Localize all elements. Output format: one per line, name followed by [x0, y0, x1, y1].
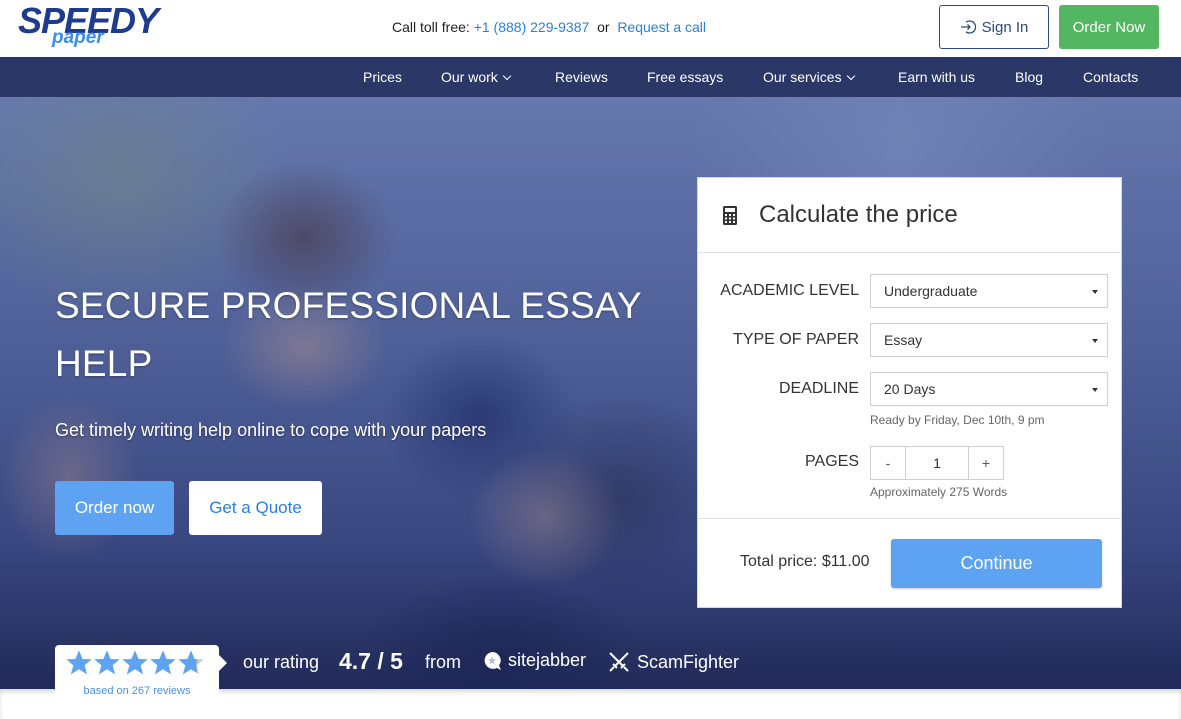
caret-down-icon	[1092, 339, 1098, 343]
academic-level-value: Undergraduate	[884, 283, 978, 299]
pages-label: PAGES	[805, 453, 859, 470]
order-now-button[interactable]: Order now	[55, 481, 174, 535]
sign-in-icon	[960, 20, 976, 34]
pages-stepper: - 1 +	[870, 446, 1004, 480]
rating-label: our rating	[243, 652, 320, 672]
sign-in-label: Sign In	[981, 18, 1029, 36]
deadline-select[interactable]: 20 Days	[870, 372, 1108, 406]
calculator-icon	[723, 206, 737, 225]
academic-level-label: ACADEMIC LEVEL	[720, 282, 859, 299]
nav-earn-with-us[interactable]: Earn with us	[898, 57, 975, 97]
sitejabber-label: sitejabber	[508, 650, 587, 670]
star-icon	[65, 649, 93, 677]
star-icon	[121, 649, 149, 677]
star-icon	[177, 649, 205, 677]
nav-contacts[interactable]: Contacts	[1083, 57, 1138, 97]
logo-wordmark-bottom: paper	[52, 27, 104, 48]
scamfighter-link[interactable]: ScamFighter	[607, 650, 739, 674]
main-nav: Prices Our work Reviews Free essays Our …	[0, 57, 1181, 97]
chevron-down-icon	[502, 71, 512, 81]
nav-our-services[interactable]: Our services	[763, 57, 855, 97]
nav-label: Reviews	[555, 69, 608, 85]
pages-decrement-button[interactable]: -	[871, 447, 905, 479]
hero-subtitle: Get timely writing help online to cope w…	[55, 420, 487, 440]
nav-free-essays[interactable]: Free essays	[647, 57, 723, 97]
nav-label: Earn with us	[898, 69, 976, 85]
paper-type-select[interactable]: Essay	[870, 323, 1108, 357]
nav-label: Our services	[763, 69, 842, 85]
caret-down-icon	[1092, 290, 1098, 294]
nav-label: Free essays	[647, 69, 724, 85]
call-label: Call toll free:	[392, 19, 470, 35]
deadline-value: 20 Days	[884, 381, 936, 397]
reviews-count: based on 267 reviews	[83, 685, 191, 697]
speedypaper-logo[interactable]: SPEEDY paper	[18, 2, 163, 52]
scamfighter-swords-icon	[609, 652, 629, 672]
nav-blog[interactable]: Blog	[1015, 57, 1043, 97]
total-price: Total price: $11.00	[740, 553, 870, 570]
academic-level-select[interactable]: Undergraduate	[870, 274, 1108, 308]
nav-label: Our work	[441, 69, 498, 85]
sign-in-button[interactable]: Sign In	[939, 5, 1049, 49]
deadline-label: DEADLINE	[778, 380, 859, 397]
star-rating	[65, 649, 205, 679]
get-quote-button[interactable]: Get a Quote	[189, 481, 322, 535]
star-icon	[93, 649, 121, 677]
continue-button[interactable]: Continue	[891, 539, 1102, 588]
pages-input[interactable]: 1	[905, 447, 969, 479]
or-text: or	[597, 19, 610, 35]
rating-value: 4.7 / 5	[339, 648, 403, 674]
rating-widget[interactable]: based on 267 reviews	[55, 645, 227, 705]
paper-type-value: Essay	[884, 332, 923, 348]
price-calculator: Calculate the price ACADEMIC LEVEL Under…	[697, 177, 1122, 608]
calculator-header: Calculate the price	[698, 178, 1121, 253]
chevron-down-icon	[846, 71, 855, 81]
contact-info: Call toll free: +1 (888) 229-9387 or Req…	[392, 19, 706, 35]
divider	[698, 518, 1121, 519]
phone-link[interactable]: +1 (888) 229-9387	[474, 19, 590, 35]
caret-down-icon	[1092, 388, 1098, 392]
nav-prices[interactable]: Prices	[363, 57, 402, 97]
nav-reviews[interactable]: Reviews	[555, 57, 608, 97]
scamfighter-label: ScamFighter	[637, 651, 740, 672]
request-call-link[interactable]: Request a call	[617, 19, 706, 35]
pages-hint: Approximately 275 Words	[870, 485, 1008, 499]
sitejabber-link[interactable]: sitejabber	[482, 650, 586, 671]
calculator-title: Calculate the price	[759, 201, 958, 228]
star-icon	[149, 649, 177, 677]
pages-increment-button[interactable]: +	[969, 447, 1003, 479]
nav-label: Prices	[363, 69, 402, 85]
nav-our-work[interactable]: Our work	[441, 57, 512, 97]
order-now-header-button[interactable]: Order Now	[1059, 5, 1159, 49]
nav-label: Contacts	[1083, 69, 1139, 85]
paper-type-label: TYPE OF PAPER	[733, 331, 859, 348]
rating-from: from	[425, 652, 461, 672]
hero-title: SECURE PROFESSIONAL ESSAY HELP	[55, 285, 642, 384]
sitejabber-icon	[484, 651, 501, 670]
deadline-hint: Ready by Friday, Dec 10th, 9 pm	[870, 413, 1045, 427]
top-header: SPEEDY paper Call toll free: +1 (888) 22…	[0, 0, 1181, 56]
nav-label: Blog	[1015, 69, 1044, 85]
